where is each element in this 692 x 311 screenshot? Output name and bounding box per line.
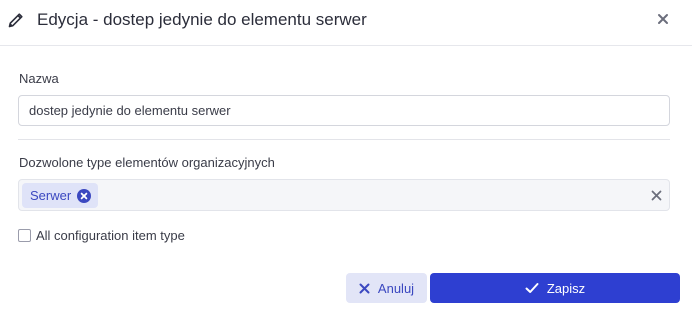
section-divider (18, 139, 670, 140)
x-circle-icon[interactable] (77, 188, 92, 203)
selected-type-chip: Serwer (22, 183, 99, 208)
name-label: Nazwa (19, 71, 59, 86)
cancel-button[interactable]: Anuluj (346, 273, 427, 303)
cancel-label: Anuluj (377, 280, 415, 296)
all-types-checkbox[interactable] (18, 229, 31, 242)
save-label: Zapisz (546, 280, 586, 296)
close-icon[interactable] (656, 12, 670, 26)
x-icon (359, 283, 370, 293)
edit-dialog: Edycja - dostep jedynie do elementu serw… (0, 0, 692, 311)
types-label: Dozwolone type elementów organizacyjnych (19, 155, 275, 170)
all-types-row: All configuration item type (18, 228, 185, 243)
types-multiselect[interactable]: Serwer (18, 179, 670, 211)
all-types-label[interactable]: All configuration item type (36, 228, 185, 243)
pencil-icon (8, 13, 23, 28)
dialog-title: Edycja - dostep jedynie do elementu serw… (37, 10, 367, 29)
dialog-header: Edycja - dostep jedynie do elementu serw… (0, 0, 692, 46)
save-button[interactable]: Zapisz (430, 273, 680, 303)
chip-label: Serwer (30, 188, 72, 203)
clear-icon[interactable] (651, 190, 662, 201)
check-icon (525, 283, 539, 293)
name-input[interactable] (18, 95, 670, 126)
